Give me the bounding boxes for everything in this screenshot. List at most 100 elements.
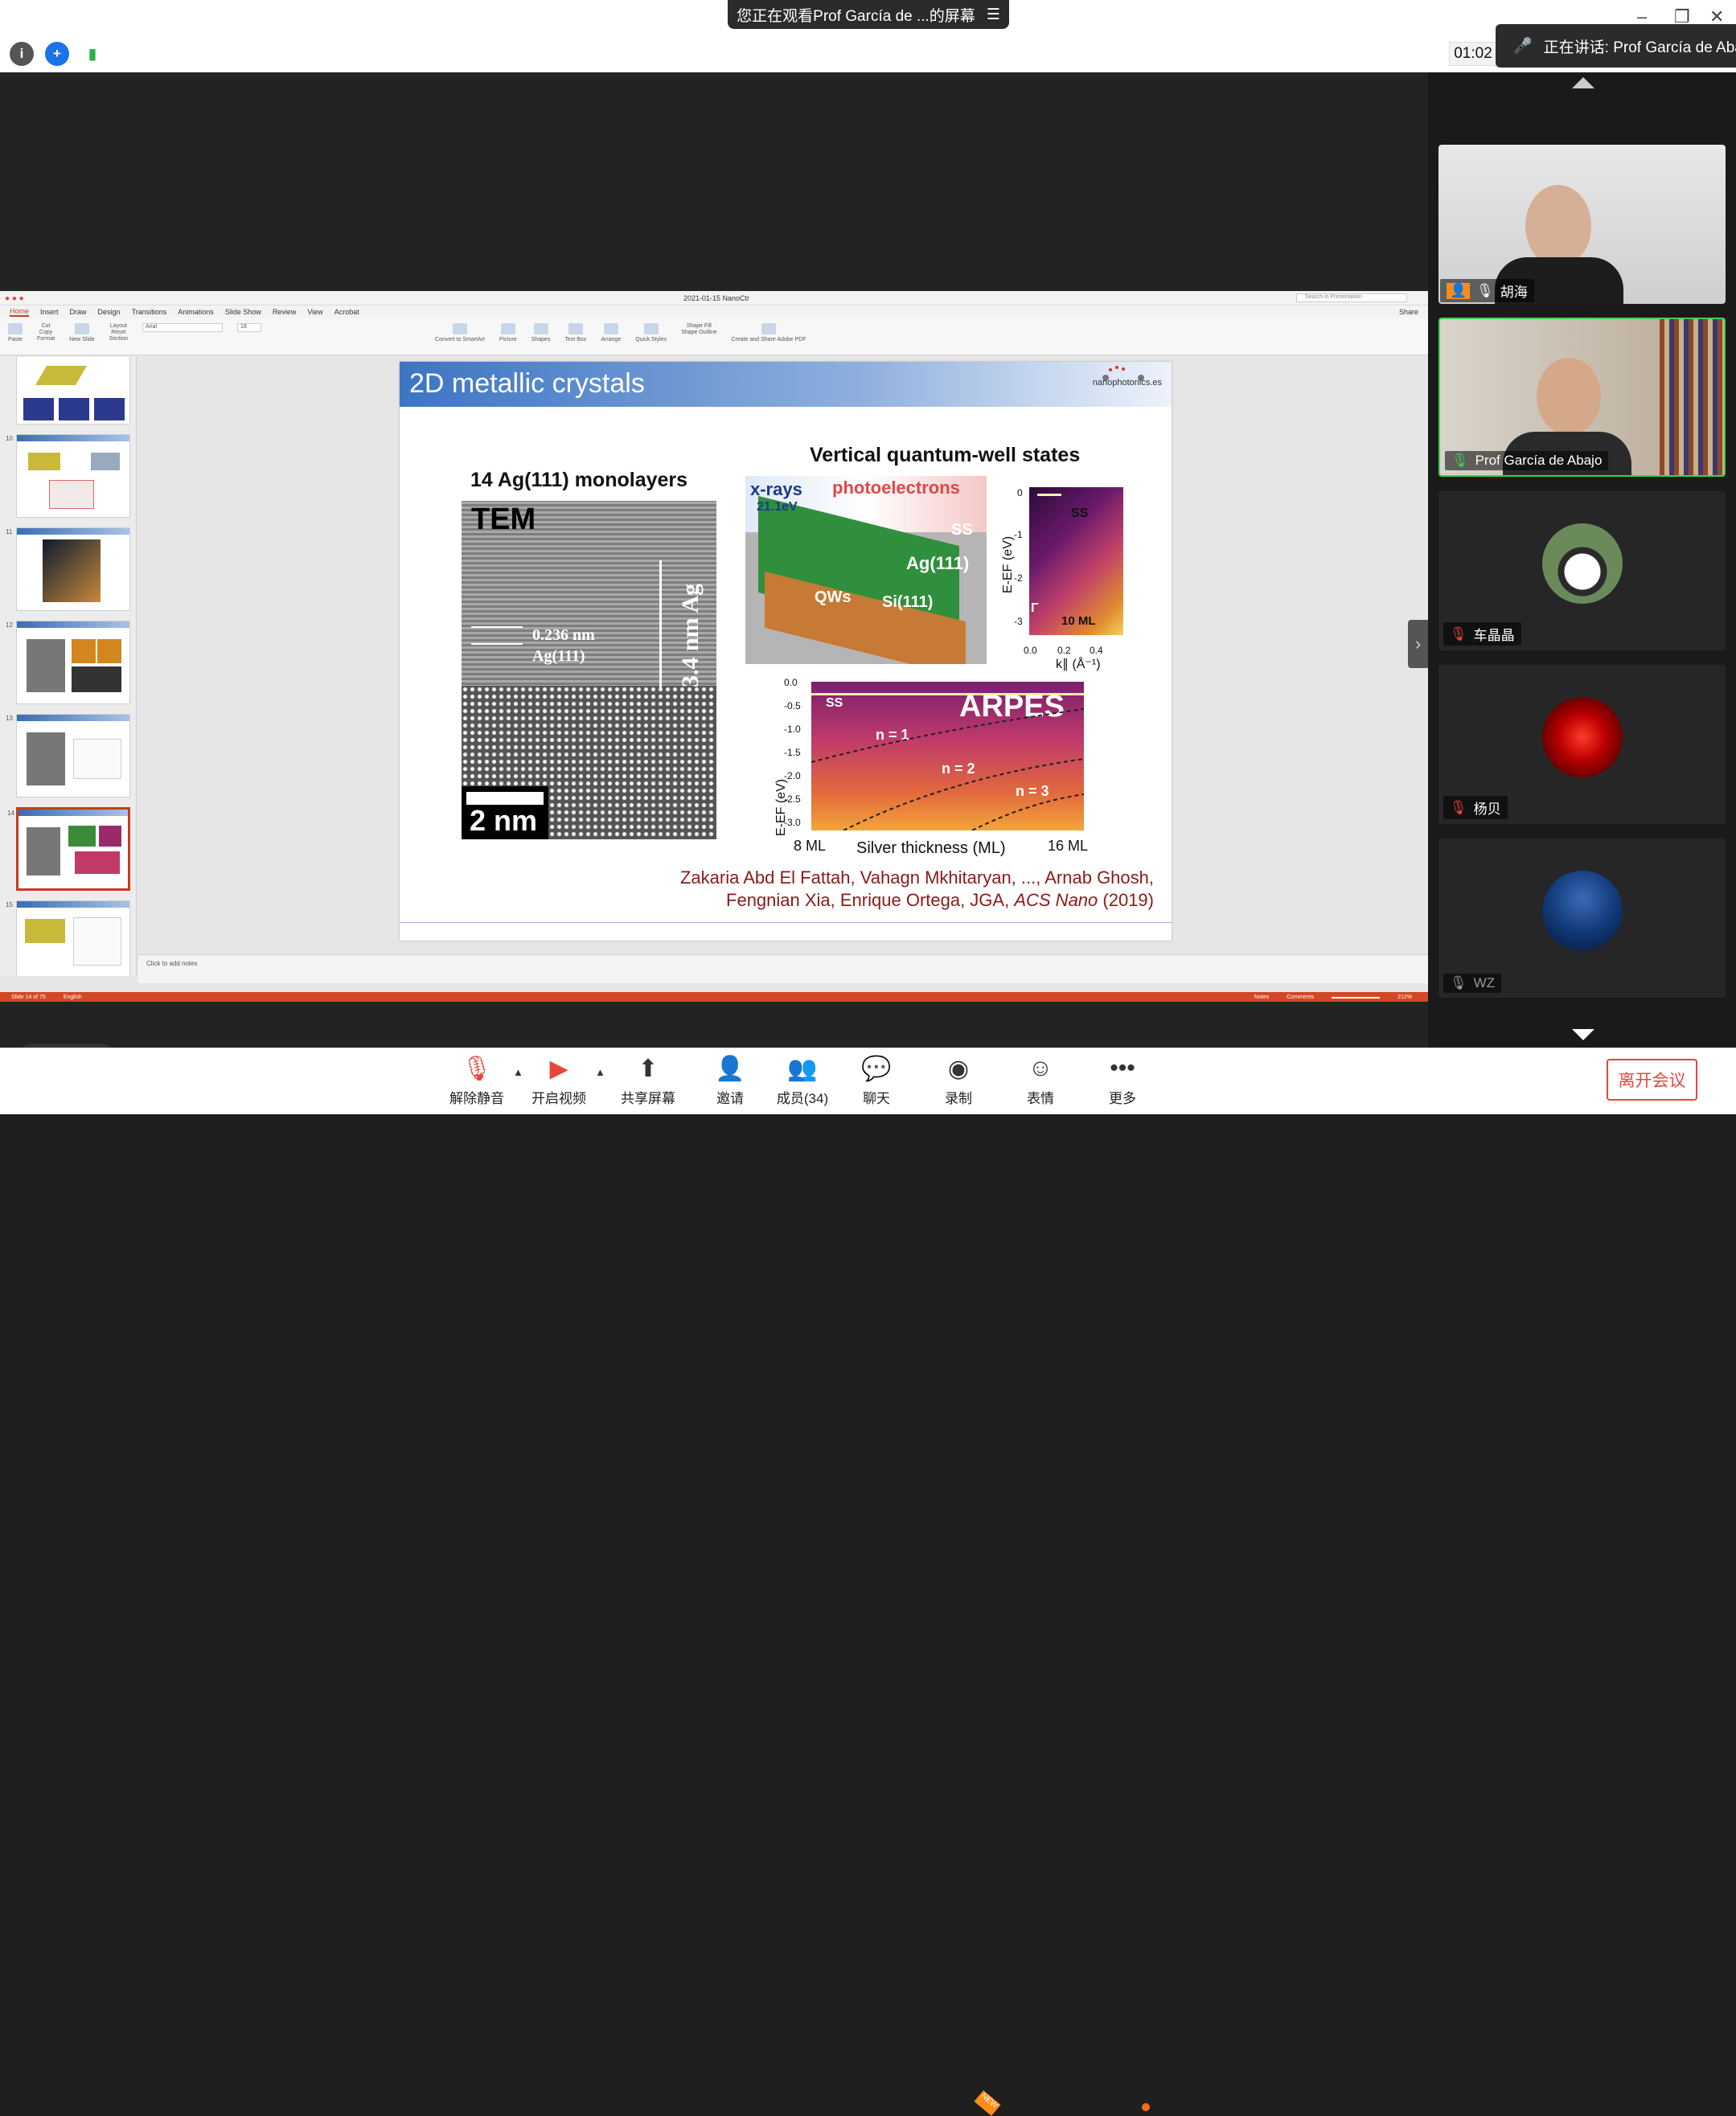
- arpes-plot: SS ARPES n = 1 n = 2 n = 3: [811, 682, 1084, 830]
- arpes-ytick: -2.0: [784, 770, 801, 781]
- new-slide-button[interactable]: New Slide: [69, 323, 95, 350]
- notification-dot: [1142, 2103, 1150, 2111]
- participant-face: [1537, 358, 1601, 435]
- tab-draw[interactable]: Draw: [70, 308, 87, 316]
- shield-icon[interactable]: +: [45, 42, 69, 66]
- thumbnail-13[interactable]: 13: [6, 714, 130, 798]
- reactions-button[interactable]: ☺ 表情: [1008, 1055, 1073, 1107]
- chat-button[interactable]: 💬 聊天: [844, 1055, 909, 1107]
- textbox-button[interactable]: Text Box: [564, 323, 586, 350]
- mic-muted-icon: 🎤: [1513, 38, 1533, 55]
- tab-insert[interactable]: Insert: [40, 308, 59, 316]
- arrange-button[interactable]: Arrange: [601, 323, 621, 350]
- record-button[interactable]: ◉ 录制: [926, 1055, 991, 1107]
- avatar-tile[interactable]: 🎙 杨贝: [1438, 665, 1726, 824]
- arpes-x-label: Silver thickness (ML): [856, 839, 1006, 857]
- video-options-icon[interactable]: ▲: [595, 1066, 605, 1078]
- shape-outline-button[interactable]: Shape Outline: [681, 330, 716, 335]
- avatar-tile[interactable]: 🎙 车晶晶: [1438, 491, 1726, 650]
- section-button[interactable]: Section: [109, 336, 128, 342]
- share-banner[interactable]: 您正在观看Prof García de ...的屏幕 ☰: [728, 0, 1009, 29]
- video-tile[interactable]: 👤 🎙 胡海: [1438, 145, 1726, 304]
- signal-icon[interactable]: ▮: [80, 42, 105, 66]
- scale-bar-label: 2 nm: [470, 804, 538, 837]
- thumbnail-10[interactable]: 10: [6, 434, 130, 518]
- avatar-tile[interactable]: 🎙 WZ: [1438, 839, 1726, 998]
- chat-label: 聊天: [863, 1091, 890, 1106]
- layout-button[interactable]: Layout: [110, 323, 127, 329]
- thumb-image: [35, 366, 87, 385]
- reset-button[interactable]: Reset: [111, 330, 125, 335]
- tab-view[interactable]: View: [307, 308, 322, 316]
- thumb-chart: [73, 739, 121, 779]
- expand-panel-handle[interactable]: ›: [1408, 620, 1428, 668]
- bandmap-ss-label: SS: [1071, 506, 1089, 520]
- thumb-image: [27, 732, 65, 785]
- cut-button[interactable]: Cut: [42, 323, 51, 329]
- font-size-group: 18: [237, 323, 262, 350]
- xrays-label: x-rays: [750, 479, 802, 499]
- unmute-button[interactable]: 🎙 解除静音: [445, 1055, 509, 1107]
- shape-fill-button[interactable]: Shape Fill: [687, 323, 712, 329]
- tab-transitions[interactable]: Transitions: [132, 308, 167, 316]
- shapes-button[interactable]: Shapes: [531, 323, 550, 350]
- comments-toggle[interactable]: Comments: [1287, 994, 1314, 1000]
- invite-button[interactable]: 👤 邀请: [698, 1055, 762, 1107]
- tab-design[interactable]: Design: [98, 308, 121, 316]
- thumbnail-9[interactable]: [16, 357, 130, 424]
- leave-meeting-button[interactable]: 离开会议: [1607, 1059, 1697, 1101]
- shape-format-group: Shape Fill Shape Outline: [681, 323, 716, 350]
- mic-active-icon: 🎙: [1451, 453, 1469, 468]
- mic-muted-icon: 🎙: [461, 1055, 493, 1082]
- zoom-slider[interactable]: [1332, 996, 1381, 999]
- tab-slide-show[interactable]: Slide Show: [225, 308, 261, 316]
- ppt-ribbon: Paste Cut Copy Format New Slide Layout R…: [0, 318, 1428, 355]
- meeting-info-row: i + ▮: [10, 42, 105, 66]
- tem-label: TEM: [471, 502, 536, 536]
- share-link[interactable]: Share: [1399, 308, 1418, 316]
- smartart-label: Convert to SmartArt: [435, 337, 485, 342]
- menu-icon[interactable]: ☰: [987, 6, 1000, 24]
- font-size-select[interactable]: 18: [237, 323, 262, 332]
- font-name-select[interactable]: Arial: [142, 323, 224, 332]
- copy-button[interactable]: Copy: [39, 330, 52, 335]
- traffic-lights-icon[interactable]: ● ● ●: [5, 294, 24, 303]
- format-button[interactable]: Format: [37, 336, 55, 342]
- thumbnail-12[interactable]: 12: [6, 621, 130, 704]
- notes-pane[interactable]: Click to add notes: [138, 954, 1428, 983]
- share-screen-button[interactable]: ⬆ 共享屏幕: [616, 1055, 680, 1107]
- quick-styles-label: Quick Styles: [635, 337, 667, 342]
- tab-review[interactable]: Review: [273, 308, 297, 316]
- language-indicator[interactable]: English: [64, 994, 82, 1000]
- picture-button[interactable]: Picture: [499, 323, 517, 350]
- thumbnail-15[interactable]: 15: [6, 900, 130, 976]
- audio-options-icon[interactable]: ▲: [513, 1066, 523, 1078]
- thumbnail-14-selected[interactable]: 14: [7, 807, 130, 891]
- thumb-chart: [23, 398, 54, 420]
- surface-state-band: [1037, 494, 1061, 496]
- quick-styles-button[interactable]: Quick Styles: [635, 323, 667, 350]
- smartart-button[interactable]: Convert to SmartArt: [435, 323, 485, 350]
- scroll-up-icon[interactable]: [1572, 77, 1594, 88]
- notes-toggle[interactable]: Notes: [1254, 994, 1269, 1000]
- tab-acrobat[interactable]: Acrobat: [334, 308, 359, 316]
- start-video-button[interactable]: ▶ 开启视频: [527, 1055, 591, 1107]
- scroll-down-icon[interactable]: [1572, 1029, 1594, 1040]
- video-tile-speaking[interactable]: 🎙 Prof García de Abajo: [1438, 318, 1726, 477]
- paste-label: Paste: [8, 337, 23, 342]
- speaking-text: 正在讲话: Prof García de Abajo: [1543, 39, 1736, 56]
- participant-panel: 👤 🎙 胡海 🎙 Prof García de Abajo 🎙 车晶晶 🎙 杨贝…: [1428, 72, 1736, 1048]
- members-button[interactable]: 👥 成员(34): [770, 1055, 835, 1107]
- tab-home[interactable]: Home: [10, 307, 30, 317]
- tab-animations[interactable]: Animations: [178, 308, 214, 316]
- more-dots-icon: •••: [1110, 1055, 1135, 1081]
- tem-heading: 14 Ag(111) monolayers: [470, 469, 688, 491]
- thumbnail-11[interactable]: 11: [6, 527, 130, 611]
- thumb-image: [27, 639, 65, 692]
- adobe-pdf-button[interactable]: Create and Share Adobe PDF: [732, 323, 806, 350]
- more-button[interactable]: ••• 更多: [1090, 1055, 1155, 1107]
- ppt-search-input[interactable]: Search in Presentation: [1296, 293, 1407, 302]
- chat-icon: 💬: [861, 1055, 892, 1082]
- paste-button[interactable]: Paste: [8, 323, 23, 350]
- info-icon[interactable]: i: [10, 42, 34, 66]
